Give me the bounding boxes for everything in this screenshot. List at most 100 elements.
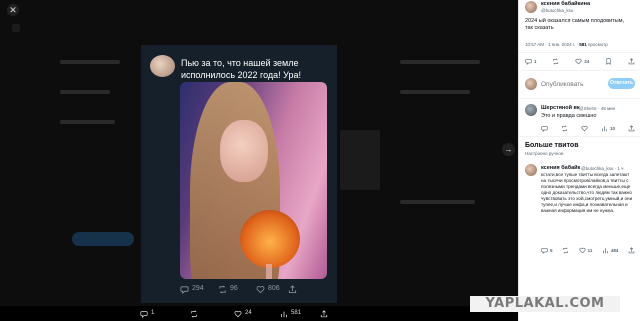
ghost-image (340, 130, 380, 190)
bottom-reply-count: 1 (151, 310, 155, 316)
more-author-handle[interactable]: @butochka_ksu · 1 ч (581, 166, 623, 171)
share-button[interactable] (628, 125, 635, 132)
next-arrow-icon[interactable]: → (502, 143, 515, 156)
tweet-detail-panel: ксения бабайкина @butochka_ksu 2024 ый о… (518, 0, 640, 321)
views-icon (281, 311, 287, 317)
tweet-photo[interactable] (180, 82, 327, 279)
photo-like-stat[interactable]: 806 (256, 284, 280, 294)
photo-wine-glass (240, 210, 300, 268)
avatar[interactable] (525, 164, 537, 176)
ghost-line (60, 60, 120, 64)
reply-author-handle[interactable]: @Shersr · 45 мин (579, 106, 615, 111)
tweet-time: 10:57 AM · 1 янв. 2024 г. · (525, 42, 580, 47)
photo-retweet-stat[interactable]: 96 (218, 284, 238, 294)
share-icon (288, 284, 297, 293)
watermark-logo: YAPLAKAL.COM (470, 296, 620, 312)
views-label: просмотр (586, 42, 608, 47)
reply-input[interactable] (541, 81, 601, 88)
reply-submit-button[interactable]: Ответить (608, 78, 635, 89)
reply-text: Это и правда смешно (541, 113, 597, 119)
more-tweet-text: кстати,все тупые твитты всегда залетают … (541, 172, 633, 213)
bottom-like[interactable]: 24 (234, 306, 252, 321)
like-button[interactable]: 11 (579, 247, 592, 254)
retweet-button[interactable] (552, 58, 559, 65)
ghost-line (400, 200, 475, 204)
reply-count: 5 (550, 248, 553, 253)
heart-icon (575, 58, 582, 65)
views-button[interactable]: 10 (601, 125, 615, 132)
tweet-meta: 10:57 AM · 1 янв. 2024 г. · 581 просмотр (525, 42, 608, 47)
bookmark-icon (606, 58, 611, 65)
share-icon (628, 125, 635, 132)
x-logo-icon (12, 24, 20, 32)
tweet-text: Пью за то, что нашей земле исполнилось 2… (181, 58, 302, 80)
reply-icon (525, 59, 532, 65)
tweet-text: 2024 ый оказался самым плодовитым, так с… (525, 18, 625, 31)
retweet-icon (191, 310, 197, 317)
avatar[interactable] (525, 1, 537, 13)
share-icon (628, 247, 635, 254)
more-author-name[interactable]: ксения бабайк (541, 165, 580, 171)
share-icon (628, 58, 635, 65)
like-count: 24 (584, 59, 590, 64)
ghost-line (60, 120, 115, 124)
bottom-retweet[interactable] (190, 306, 201, 321)
bookmark-button[interactable] (605, 58, 612, 65)
like-button[interactable]: 24 (575, 58, 589, 65)
author-name[interactable]: ксения бабайкина (541, 1, 590, 7)
retweet-icon (553, 58, 559, 65)
reply-button[interactable]: 5 (541, 247, 553, 254)
retweet-icon (563, 247, 568, 254)
reply-button[interactable] (541, 125, 548, 132)
divider (519, 136, 640, 137)
views-icon (602, 248, 608, 254)
divider (519, 70, 640, 71)
reply-icon (140, 310, 148, 318)
bottom-views[interactable]: 581 (280, 306, 301, 321)
photo-face (220, 120, 268, 182)
bottom-reply[interactable]: 1 (140, 306, 154, 321)
photo-reply-stat[interactable]: 294 (180, 284, 204, 294)
retweet-button[interactable] (562, 247, 569, 254)
views-icon (602, 126, 607, 132)
avatar[interactable] (525, 104, 537, 116)
heart-icon (579, 247, 586, 254)
heart-icon (234, 310, 242, 317)
viewer-avatar (525, 78, 537, 90)
photo-glass-stem (266, 264, 272, 279)
ghost-line (60, 90, 110, 94)
close-icon[interactable]: ✕ (7, 4, 19, 16)
views-count: 10 (609, 126, 615, 131)
photo-share-stat[interactable] (288, 284, 297, 294)
ghost-line (400, 90, 470, 94)
retweet-button[interactable] (561, 125, 568, 132)
more-tweets-heading: Больше твитов (525, 142, 579, 149)
reply-count: 1 (534, 59, 537, 64)
heart-icon (581, 125, 588, 132)
reply-count: 294 (192, 285, 204, 292)
avatar[interactable] (150, 55, 175, 77)
share-button[interactable] (628, 58, 635, 65)
bottom-views-count: 581 (291, 310, 302, 316)
bottom-like-count: 24 (245, 310, 252, 316)
reply-actions: 10 (541, 125, 635, 132)
reply-icon (541, 248, 548, 254)
reply-button[interactable]: 1 (525, 58, 537, 65)
views-button[interactable]: 484 (602, 247, 618, 254)
bottom-share[interactable] (320, 306, 328, 321)
retweet-count: 96 (230, 285, 238, 292)
views-count: 581 (579, 42, 587, 47)
heart-icon (256, 285, 265, 293)
reply-author-name[interactable]: Шерстяной вк (541, 105, 580, 111)
divider (519, 98, 640, 99)
tweet-actions: 1 24 (525, 58, 635, 65)
more-tweet-actions: 5 11 484 (541, 247, 635, 254)
share-icon (320, 309, 328, 317)
like-button[interactable] (581, 125, 588, 132)
author-handle[interactable]: @butochka_ksu (541, 8, 573, 13)
bottom-action-bar: 1 24 581 (0, 306, 518, 321)
share-button[interactable] (628, 247, 635, 254)
retweet-icon (219, 285, 226, 293)
like-count: 806 (268, 285, 280, 292)
divider (519, 52, 640, 53)
